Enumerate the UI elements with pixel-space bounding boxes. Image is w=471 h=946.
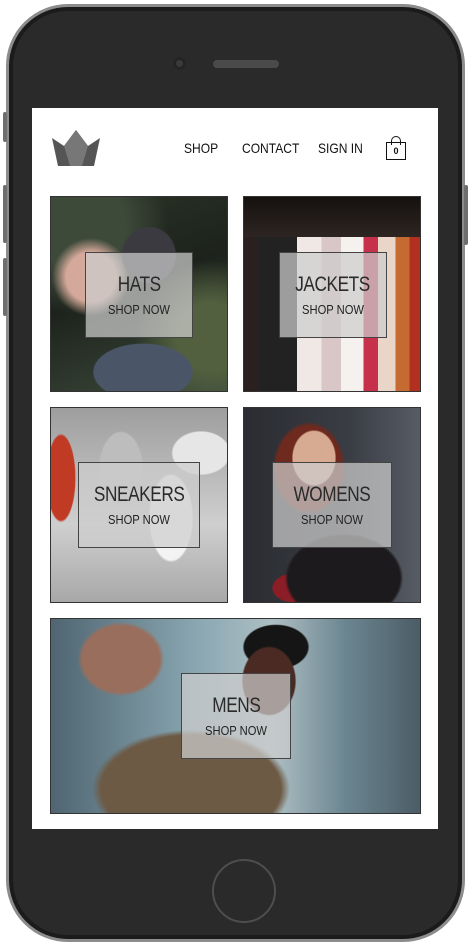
nav-shop[interactable]: SHOP bbox=[184, 137, 218, 159]
speaker-grille bbox=[213, 60, 279, 68]
cart-count: 0 bbox=[386, 142, 406, 160]
category-label: MENS bbox=[211, 694, 261, 717]
category-tile-jackets[interactable]: JACKETS SHOP NOW bbox=[243, 196, 421, 392]
tile-overlay: JACKETS SHOP NOW bbox=[279, 252, 387, 338]
shopping-bag-icon[interactable]: 0 bbox=[386, 136, 408, 160]
category-label: WOMENS bbox=[293, 483, 371, 506]
mute-switch bbox=[3, 112, 7, 142]
category-label: JACKETS bbox=[295, 273, 371, 296]
home-button[interactable] bbox=[212, 859, 276, 923]
volume-down-button bbox=[3, 258, 7, 316]
crown-icon[interactable] bbox=[50, 126, 102, 168]
volume-up-button bbox=[3, 185, 7, 243]
category-tile-mens[interactable]: MENS SHOP NOW bbox=[50, 618, 421, 814]
shop-now-link[interactable]: SHOP NOW bbox=[108, 512, 170, 527]
nav-sign-in[interactable]: SIGN IN bbox=[318, 137, 363, 159]
tile-overlay: HATS SHOP NOW bbox=[85, 252, 193, 338]
category-tile-womens[interactable]: WOMENS SHOP NOW bbox=[243, 407, 421, 603]
shop-now-link[interactable]: SHOP NOW bbox=[205, 723, 267, 738]
front-camera bbox=[173, 57, 186, 70]
tile-overlay: WOMENS SHOP NOW bbox=[272, 462, 392, 548]
tile-overlay: MENS SHOP NOW bbox=[181, 673, 291, 759]
category-tile-hats[interactable]: HATS SHOP NOW bbox=[50, 196, 228, 392]
category-label: HATS bbox=[117, 273, 161, 296]
app-screen: SHOP CONTACT SIGN IN 0 HATS SHOP NOW JAC… bbox=[32, 108, 438, 829]
category-label: SNEAKERS bbox=[93, 483, 185, 506]
power-button bbox=[464, 185, 468, 245]
shop-now-link[interactable]: SHOP NOW bbox=[108, 302, 170, 317]
shop-now-link[interactable]: SHOP NOW bbox=[301, 512, 363, 527]
category-tile-sneakers[interactable]: SNEAKERS SHOP NOW bbox=[50, 407, 228, 603]
nav-contact[interactable]: CONTACT bbox=[242, 137, 299, 159]
tile-overlay: SNEAKERS SHOP NOW bbox=[78, 462, 200, 548]
shop-now-link[interactable]: SHOP NOW bbox=[302, 302, 364, 317]
